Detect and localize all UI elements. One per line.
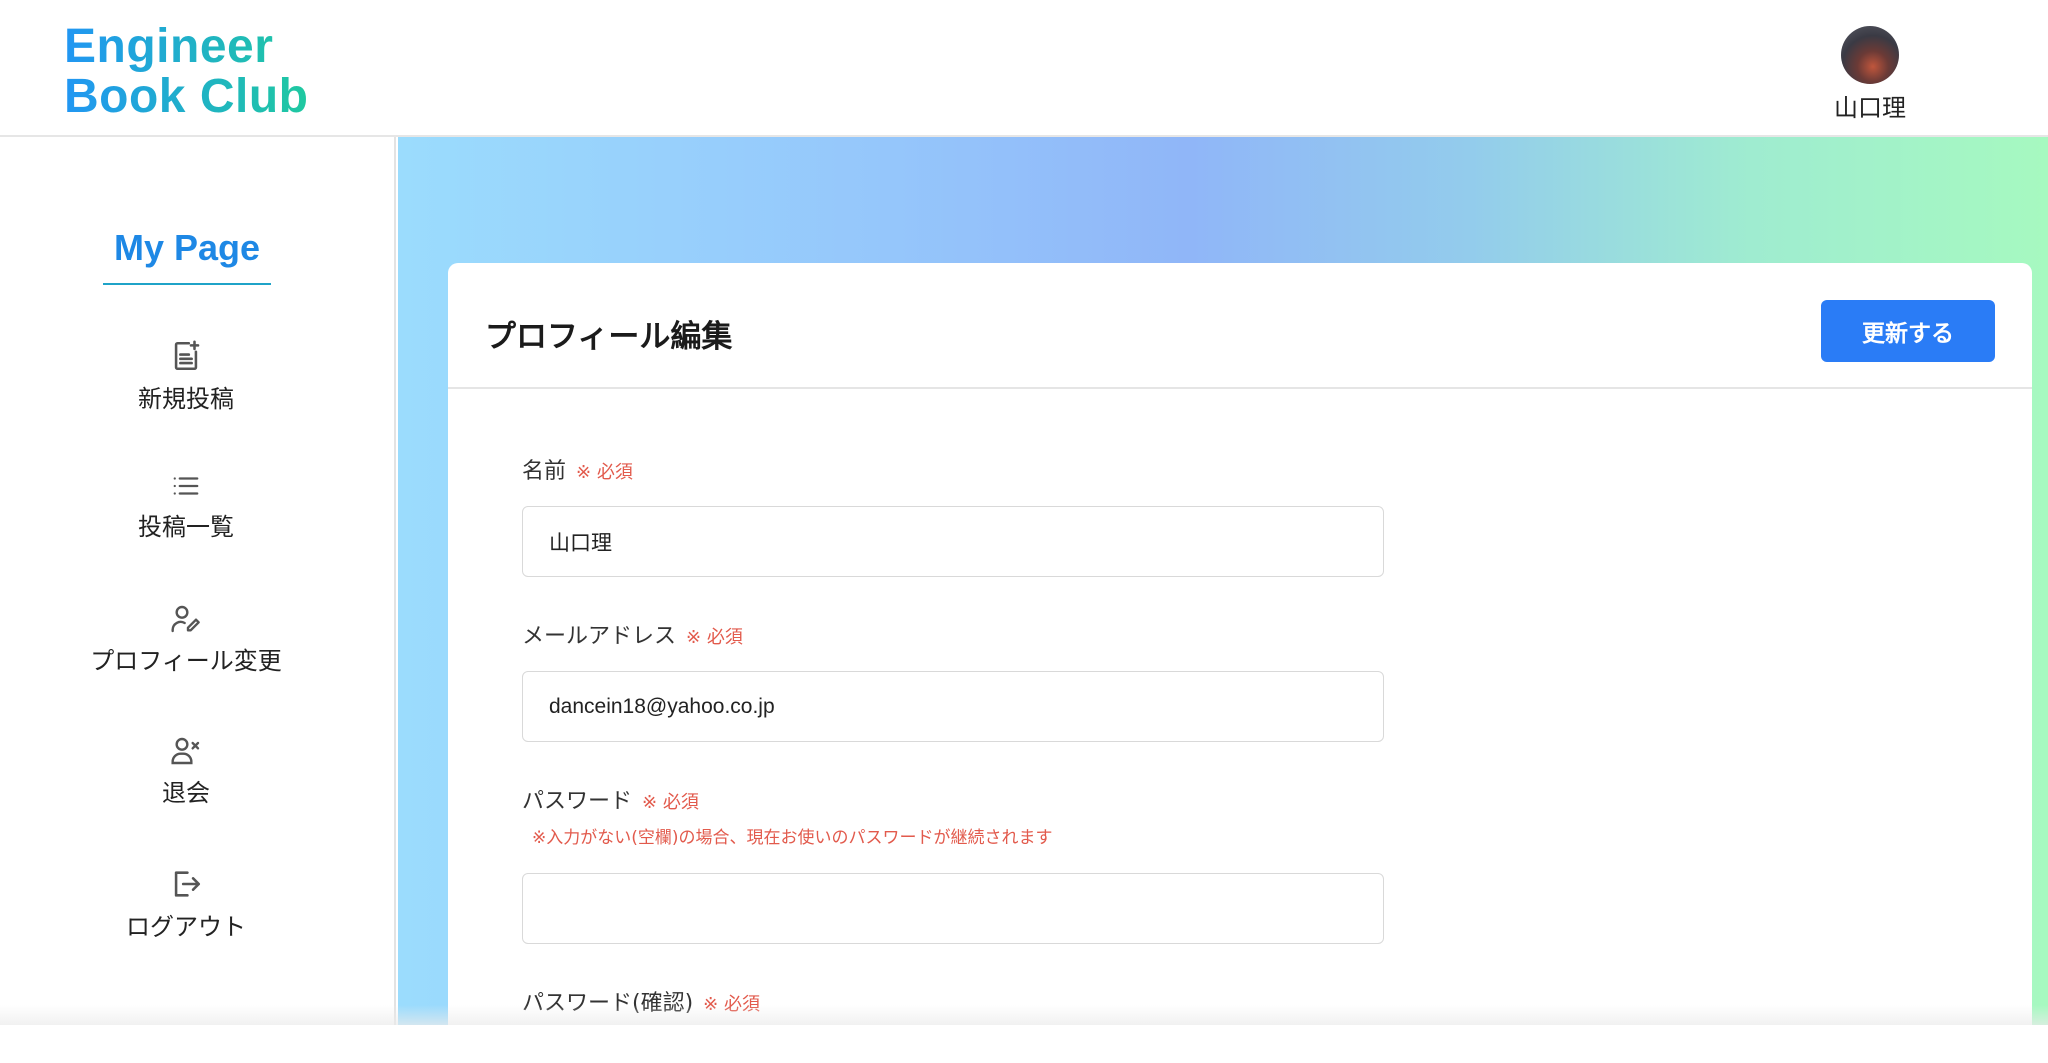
sidebar-item-withdraw[interactable]: 退会 [0, 735, 372, 808]
list-icon [173, 477, 199, 495]
user-edit-icon [171, 605, 200, 633]
main-area: プロフィール編集 更新する 名前 ※ 必須 メールアドレス ※ 必須 パスワード ※ … [398, 137, 2048, 1063]
email-field[interactable] [522, 671, 1384, 742]
sidebar: My Page 新規投稿 投稿一覧 プロフィール変更 退会 ログアウト [0, 137, 396, 1025]
site-logo[interactable]: Engineer Book Club [64, 22, 308, 122]
sidebar-item-logout[interactable]: ログアウト [0, 867, 372, 942]
logo-line-2: Book Club [64, 70, 309, 123]
sidebar-item-label: プロフィール変更 [90, 647, 282, 675]
required-mark: ※ 必須 [576, 462, 633, 483]
sidebar-item-post-list[interactable]: 投稿一覧 [0, 471, 372, 542]
name-label: 名前 ※ 必須 [522, 453, 633, 485]
required-mark: ※ 必須 [642, 792, 699, 813]
sidebar-item-label: 投稿一覧 [138, 513, 234, 541]
update-button[interactable]: 更新する [1821, 300, 1995, 362]
avatar[interactable] [1841, 26, 1899, 84]
page-title: プロフィール編集 [485, 319, 733, 355]
email-label: メールアドレス ※ 必須 [522, 618, 743, 650]
user-remove-icon [171, 737, 200, 765]
password-label: パスワード ※ 必須 [522, 783, 699, 815]
password-confirm-label: パスワード(確認) ※ 必須 [522, 985, 760, 1017]
logout-icon [174, 871, 201, 897]
required-mark: ※ 必須 [686, 627, 743, 648]
profile-edit-card: プロフィール編集 更新する 名前 ※ 必須 メールアドレス ※ 必須 パスワード ※ … [448, 263, 2032, 1063]
password-hint: ※入力がない(空欄)の場合、現在お使いのパスワードが継続されます [532, 828, 1053, 848]
sidebar-item-label: 退会 [162, 779, 210, 807]
name-field[interactable] [522, 506, 1384, 577]
sidebar-item-new-post[interactable]: 新規投稿 [0, 339, 372, 414]
new-post-icon [174, 340, 200, 371]
sidebar-title: My Page [103, 227, 271, 285]
name-label-text: 名前 [522, 459, 567, 484]
sidebar-item-profile-edit[interactable]: プロフィール変更 [0, 603, 372, 676]
password-confirm-label-text: パスワード(確認) [522, 991, 694, 1016]
email-label-text: メールアドレス [522, 624, 677, 649]
sidebar-item-label: ログアウト [126, 913, 246, 941]
password-field[interactable] [522, 873, 1384, 944]
card-header: プロフィール編集 更新する [448, 263, 2032, 389]
sidebar-item-label: 新規投稿 [138, 385, 234, 413]
user-menu[interactable]: 山口理 [1820, 26, 1920, 123]
user-name: 山口理 [1834, 94, 1906, 122]
logo-line-1: Engineer [64, 20, 274, 73]
password-label-text: パスワード [522, 789, 633, 814]
required-mark: ※ 必須 [703, 994, 760, 1015]
top-header: Engineer Book Club 山口理 [0, 0, 2048, 137]
